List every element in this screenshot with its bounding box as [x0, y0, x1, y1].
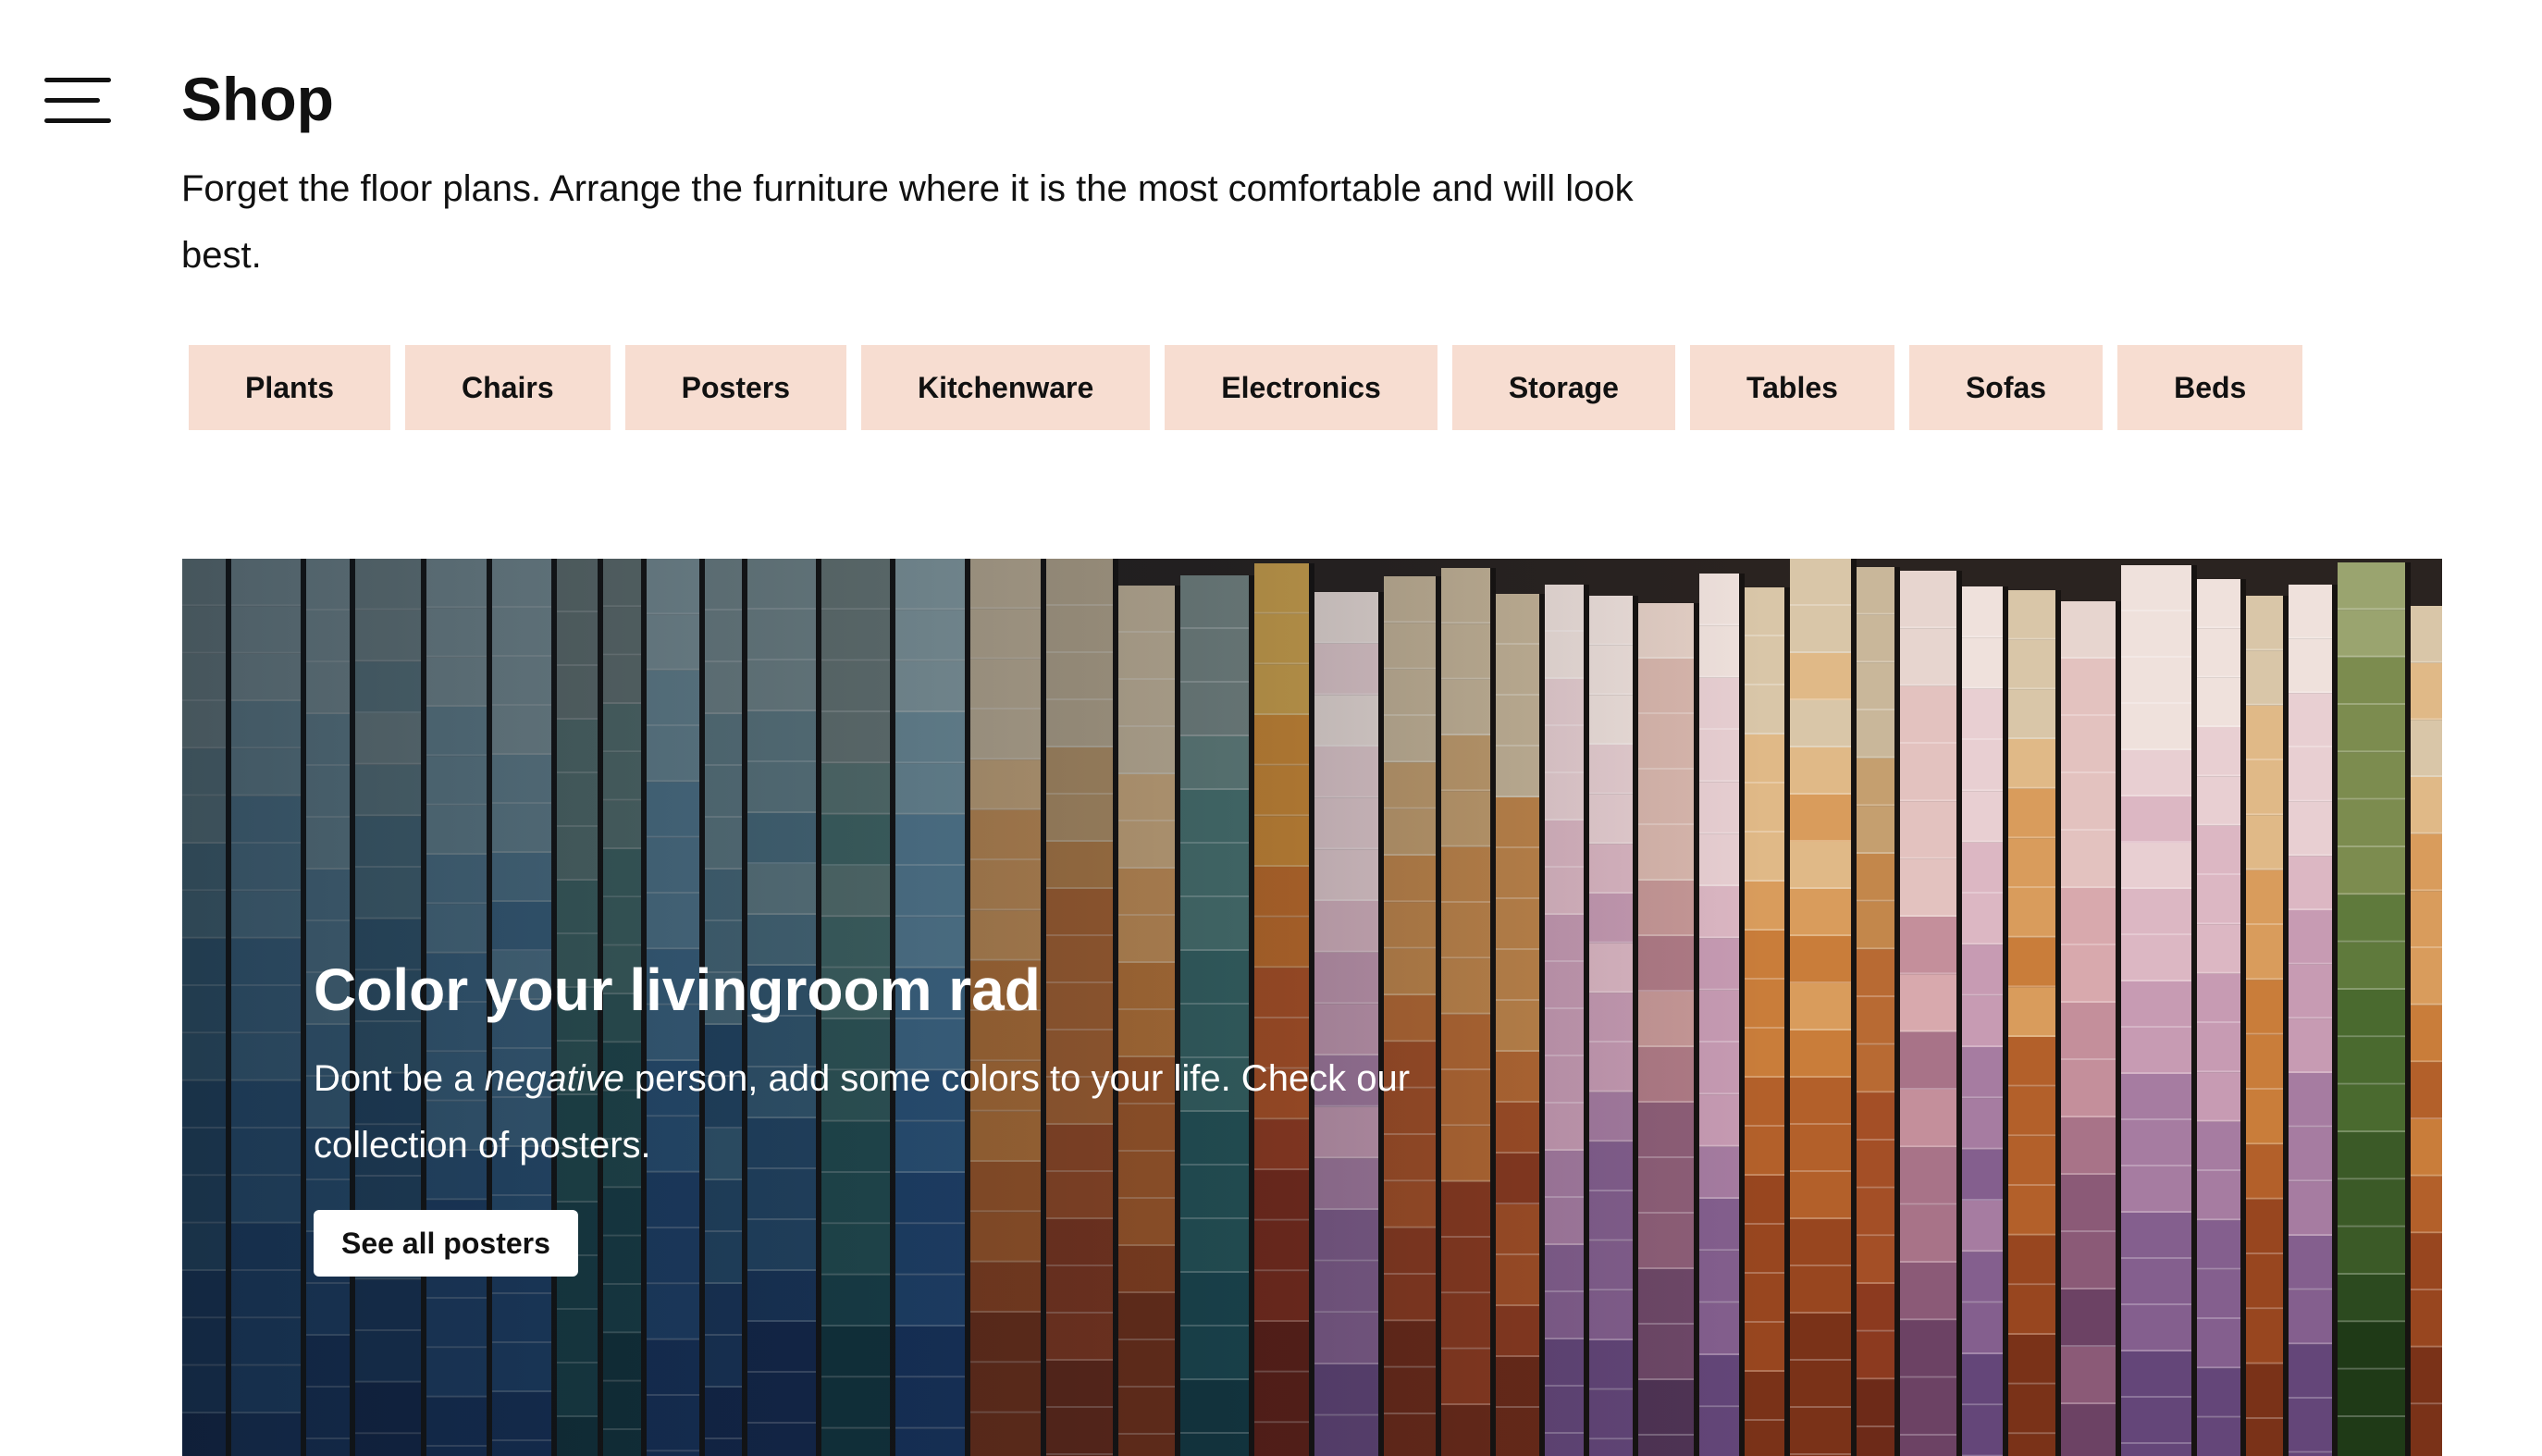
hero-desc-start: Dont be a: [314, 1058, 485, 1099]
shop-page: Shop Forget the floor plans. Arrange the…: [0, 0, 2542, 1456]
hero-content: Color your livingroom rad Dont be a nega…: [314, 947, 1498, 1277]
menu-bar: [44, 98, 100, 103]
page-title: Shop: [181, 65, 334, 133]
hero-desc-emphasis: negative: [484, 1058, 624, 1099]
hero-banner: Color your livingroom rad Dont be a nega…: [182, 559, 2442, 1456]
category-kitchenware-button[interactable]: Kitchenware: [861, 345, 1151, 430]
menu-bar: [44, 118, 111, 123]
category-posters-button[interactable]: Posters: [624, 345, 847, 430]
category-chairs-button[interactable]: Chairs: [405, 345, 611, 430]
category-plants-button[interactable]: Plants: [189, 345, 391, 430]
hamburger-menu-icon[interactable]: [44, 78, 113, 128]
hero-title: Color your livingroom rad: [314, 956, 1041, 1023]
category-sofas-button[interactable]: Sofas: [1908, 345, 2104, 430]
see-all-posters-button[interactable]: See all posters: [314, 1210, 578, 1277]
menu-bar: [44, 78, 111, 82]
hero-description: Dont be a negative person, add some colo…: [314, 1045, 1498, 1178]
category-beds-button[interactable]: Beds: [2117, 345, 2303, 430]
category-electronics-button[interactable]: Electronics: [1165, 345, 1438, 430]
category-storage-button[interactable]: Storage: [1451, 345, 1675, 430]
category-tables-button[interactable]: Tables: [1689, 345, 1894, 430]
page-intro: Forget the floor plans. Arrange the furn…: [181, 168, 1634, 276]
category-list: Plants Chairs Posters Kitchenware Electr…: [189, 345, 2303, 430]
